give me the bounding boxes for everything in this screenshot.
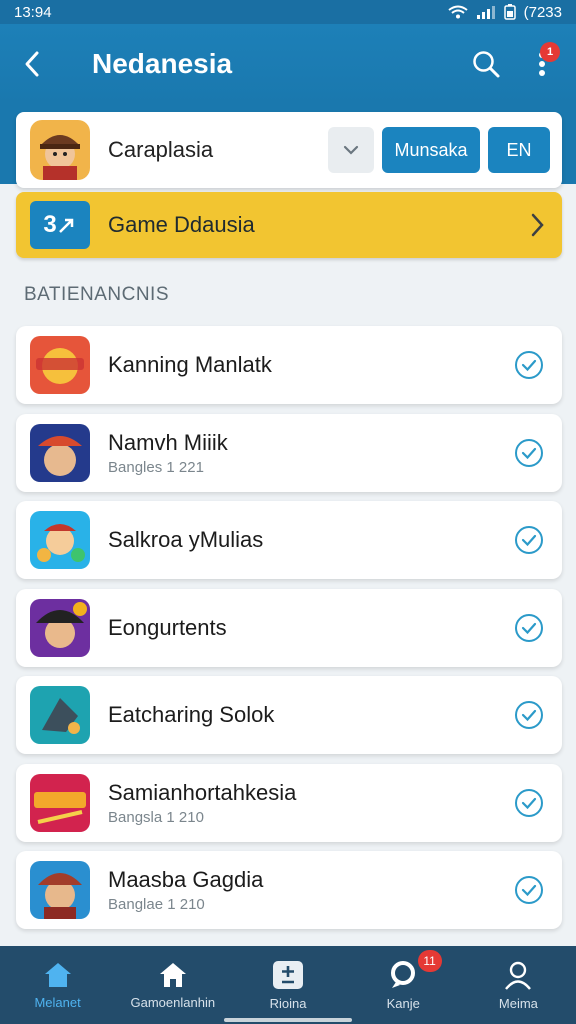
battery-level: (7233 bbox=[523, 3, 562, 21]
game-subtitle: Banglae 1 210 bbox=[108, 896, 205, 913]
game-text: Namvh Miiik Bangles 1 221 bbox=[108, 430, 514, 476]
check-circle-icon[interactable] bbox=[514, 700, 544, 730]
game-list-item[interactable]: Salkroa yMulias bbox=[16, 501, 562, 579]
game-text: Samianhortahkesia Bangsla 1 210 bbox=[108, 780, 514, 826]
back-button[interactable] bbox=[0, 24, 64, 104]
game-title: Kanning Manlatk bbox=[108, 352, 272, 377]
profile-card[interactable]: Caraplasia Munsaka EN bbox=[16, 112, 562, 188]
nav-item-home[interactable]: Melanet bbox=[0, 946, 115, 1024]
profile-dropdown-button[interactable] bbox=[328, 127, 374, 173]
profile-name: Caraplasia bbox=[108, 137, 214, 162]
check-circle-icon[interactable] bbox=[514, 875, 544, 905]
home-indicator bbox=[224, 1018, 352, 1022]
check-circle-icon[interactable] bbox=[514, 350, 544, 380]
plus-minus-icon bbox=[273, 960, 303, 989]
game-text: Kanning Manlatk bbox=[108, 352, 514, 378]
promo-badge-number: 3 bbox=[43, 211, 57, 238]
avatar bbox=[30, 120, 90, 180]
status-icons: (7233 bbox=[448, 4, 562, 21]
nav-badge: 11 bbox=[417, 950, 442, 972]
game-text: Salkroa yMulias bbox=[108, 527, 514, 553]
more-menu-button[interactable]: 1 bbox=[514, 24, 570, 104]
app-bar: Nedanesia 1 bbox=[0, 24, 576, 104]
game-title: Eongurtents bbox=[108, 614, 227, 640]
check-circle-icon[interactable] bbox=[514, 613, 544, 643]
profile-action-button[interactable]: Munsaka bbox=[382, 127, 480, 173]
game-text: Maasba Gagdia Banglae 1 210 bbox=[108, 867, 514, 913]
pin-icon bbox=[391, 960, 416, 988]
game-art-icon bbox=[30, 598, 90, 657]
promo-banner[interactable]: 3 Game Ddausia bbox=[16, 192, 562, 258]
bottom-nav: Melanet Gamoenlanhin Rioina 11 Kanje Mei… bbox=[0, 946, 576, 1024]
house-icon bbox=[159, 962, 186, 987]
game-title: Maasba Gagdia bbox=[108, 867, 264, 892]
chevron-right-icon bbox=[531, 213, 544, 237]
nav-label: Gamoenlanhin bbox=[130, 994, 216, 1010]
nav-item-profile[interactable]: Meima bbox=[461, 946, 576, 1024]
battery-icon bbox=[503, 4, 516, 20]
nav-label: Rioina bbox=[269, 995, 307, 1011]
game-list: Kanning Manlatk Namvh Miiik Bangles 1 22… bbox=[16, 326, 562, 939]
nav-label: Meima bbox=[498, 995, 538, 1011]
game-art-icon bbox=[30, 511, 90, 569]
home-icon bbox=[44, 962, 71, 987]
game-title: Eatcharing Solok bbox=[108, 702, 275, 727]
user-icon bbox=[505, 961, 532, 990]
game-list-item[interactable]: Maasba Gagdia Banglae 1 210 bbox=[16, 851, 562, 929]
search-button[interactable] bbox=[458, 24, 514, 104]
check-circle-icon[interactable] bbox=[514, 438, 544, 468]
game-subtitle: Bangles 1 221 bbox=[108, 458, 204, 476]
promo-badge: 3 bbox=[30, 201, 90, 249]
signal-icon bbox=[476, 6, 495, 19]
game-list-item[interactable]: Eongurtents bbox=[16, 588, 562, 667]
game-subtitle: Bangsla 1 210 bbox=[108, 808, 204, 826]
status-bar: 13:94 (7233 bbox=[0, 0, 576, 24]
game-title: Salkroa yMulias bbox=[108, 527, 264, 552]
search-icon bbox=[473, 51, 500, 78]
promo-label: Game Ddausia bbox=[108, 212, 255, 237]
game-list-item[interactable]: Eatcharing Solok bbox=[16, 676, 562, 754]
game-list-item[interactable]: Samianhortahkesia Bangsla 1 210 bbox=[16, 763, 562, 842]
game-art-icon bbox=[30, 423, 90, 482]
status-time: 13:94 bbox=[14, 3, 52, 21]
game-list-item[interactable]: Namvh Miiik Bangles 1 221 bbox=[16, 413, 562, 492]
section-header: BATIENANCNIS bbox=[24, 284, 170, 305]
wifi-icon bbox=[448, 5, 468, 19]
game-art-icon bbox=[30, 336, 90, 394]
game-art-icon bbox=[30, 861, 90, 919]
chevron-left-icon bbox=[25, 51, 39, 77]
game-art-icon bbox=[30, 773, 90, 832]
character-avatar-icon bbox=[30, 120, 90, 180]
check-circle-icon[interactable] bbox=[514, 525, 544, 555]
nav-item-center[interactable]: Rioina bbox=[230, 946, 345, 1024]
arrow-icon bbox=[58, 218, 73, 233]
nav-label: Melanet bbox=[34, 994, 81, 1010]
game-title: Namvh Miiik bbox=[108, 429, 228, 455]
nav-item-alerts[interactable]: 11 Kanje bbox=[346, 946, 461, 1024]
notification-badge: 1 bbox=[540, 42, 560, 62]
language-button[interactable]: EN bbox=[488, 127, 550, 173]
nav-label: Kanje bbox=[386, 995, 420, 1011]
game-art-icon bbox=[30, 686, 90, 744]
check-circle-icon[interactable] bbox=[514, 788, 544, 818]
page-title: Nedanesia bbox=[92, 48, 233, 79]
game-text: Eongurtents bbox=[108, 615, 514, 641]
game-title: Samianhortahkesia bbox=[108, 779, 297, 805]
chevron-down-icon bbox=[343, 145, 359, 155]
nav-item-games[interactable]: Gamoenlanhin bbox=[115, 946, 230, 1024]
game-list-item[interactable]: Kanning Manlatk bbox=[16, 326, 562, 404]
game-text: Eatcharing Solok bbox=[108, 702, 514, 728]
